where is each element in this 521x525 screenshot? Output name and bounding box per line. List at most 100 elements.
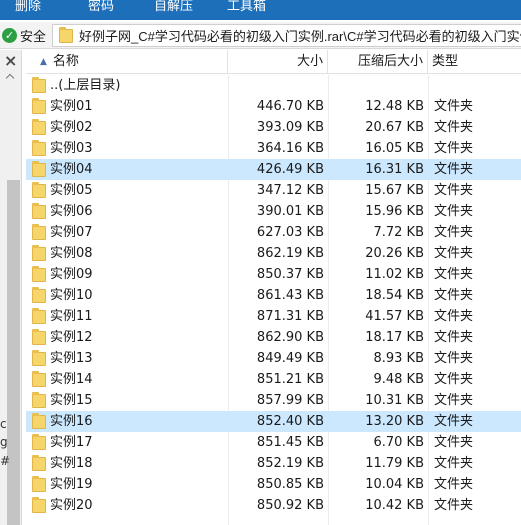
folder-icon [32,160,46,177]
row-size: 850.85 KB [256,477,324,492]
table-row[interactable]: 实例17 851.45 KB 6.70 KB 文件夹 [26,432,521,453]
row-compressed-size: 10.42 KB [365,498,424,513]
table-row[interactable]: 实例07 627.03 KB 7.72 KB 文件夹 [26,222,521,243]
close-icon[interactable]: × [4,53,17,69]
row-name-cell: 实例20 [32,495,93,516]
column-header-size[interactable]: 大小 [228,50,328,74]
row-size: 390.01 KB [256,204,324,219]
folder-icon [32,118,46,135]
row-type: 文件夹 [434,435,474,450]
folder-icon [32,412,46,429]
column-header-compressed[interactable]: 压缩后大小 [328,50,428,74]
tree-scrollbar-thumb[interactable] [7,180,20,525]
row-name: 实例08 [50,246,93,261]
row-compressed-size: 11.79 KB [365,456,424,471]
table-row[interactable]: 实例10 861.43 KB 18.54 KB 文件夹 [26,285,521,306]
table-row[interactable]: 实例20 850.92 KB 10.42 KB 文件夹 [26,495,521,516]
table-row[interactable]: 实例03 364.16 KB 16.05 KB 文件夹 [26,138,521,159]
tree-text-fragment: # [0,454,11,468]
row-name: 实例20 [50,498,93,513]
folder-tree-pane: × c g # [0,50,22,525]
table-row[interactable]: 实例06 390.01 KB 15.96 KB 文件夹 [26,201,521,222]
row-type: 文件夹 [434,288,474,303]
table-row[interactable]: 实例13 849.49 KB 8.93 KB 文件夹 [26,348,521,369]
file-list: ▲ 名称 大小 压缩后大小 类型 ..(上层目录) 实例01 446.70 KB 12… [26,50,521,525]
table-row[interactable]: 实例04 426.49 KB 16.31 KB 文件夹 [26,159,521,180]
table-row[interactable]: 实例19 850.85 KB 10.04 KB 文件夹 [26,474,521,495]
row-compressed-size: 10.04 KB [365,477,424,492]
row-compressed-size: 18.54 KB [365,288,424,303]
row-compressed-size: 18.17 KB [365,330,424,345]
folder-icon [32,265,46,282]
folder-icon [59,26,73,43]
address-bar-row: ✓ 安全 好例子网_C#学习代码必看的初级入门实例.rar\C#学习代码必看的初… [0,22,521,49]
row-size: 364.16 KB [256,141,324,156]
table-row[interactable]: 实例18 852.19 KB 11.79 KB 文件夹 [26,453,521,474]
row-size: 426.49 KB [256,162,324,177]
row-size: 862.90 KB [256,330,324,345]
table-row[interactable]: 实例16 852.40 KB 13.20 KB 文件夹 [26,411,521,432]
row-name: 实例14 [50,372,93,387]
row-name-cell: 实例18 [32,453,93,474]
folder-icon [32,475,46,492]
table-row[interactable]: 实例15 857.99 KB 10.31 KB 文件夹 [26,390,521,411]
row-size: 850.92 KB [256,498,324,513]
table-row[interactable]: 实例01 446.70 KB 12.48 KB 文件夹 [26,96,521,117]
row-name-cell: 实例14 [32,369,93,390]
row-name: 实例10 [50,288,93,303]
row-size: 851.45 KB [256,435,324,450]
table-row[interactable]: 实例02 393.09 KB 20.67 KB 文件夹 [26,117,521,138]
row-type: 文件夹 [434,267,474,282]
row-type: 文件夹 [434,498,474,513]
check-circle-icon: ✓ [2,28,17,43]
folder-icon [32,349,46,366]
folder-icon [32,496,46,513]
row-name: 实例05 [50,183,93,198]
table-row[interactable]: 实例05 347.12 KB 15.67 KB 文件夹 [26,180,521,201]
row-name-cell: ..(上层目录) [32,75,120,96]
row-name: 实例18 [50,456,93,471]
sfx-button[interactable]: 自解压 [154,0,193,20]
row-name-cell: 实例05 [32,180,93,201]
password-button[interactable]: 密码 [88,0,114,20]
table-row[interactable]: 实例11 871.31 KB 41.57 KB 文件夹 [26,306,521,327]
column-header-name[interactable]: ▲ 名称 [26,50,228,74]
chevron-up-icon[interactable] [5,73,15,83]
table-row[interactable]: 实例14 851.21 KB 9.48 KB 文件夹 [26,369,521,390]
row-name: ..(上层目录) [50,78,121,93]
row-size: 347.12 KB [256,183,324,198]
folder-icon [32,202,46,219]
row-name: 实例07 [50,225,93,240]
row-name-cell: 实例11 [32,306,93,327]
parent-folder-row[interactable]: ..(上层目录) [26,75,521,96]
row-name-cell: 实例09 [32,264,93,285]
table-row[interactable]: 实例12 862.90 KB 18.17 KB 文件夹 [26,327,521,348]
row-name-cell: 实例19 [32,474,93,495]
secure-label: 安全 [20,30,47,45]
row-type: 文件夹 [434,183,474,198]
table-row[interactable]: 实例09 850.37 KB 11.02 KB 文件夹 [26,264,521,285]
table-row[interactable]: 实例08 862.19 KB 20.26 KB 文件夹 [26,243,521,264]
row-compressed-size: 20.26 KB [365,246,424,261]
row-compressed-size: 11.02 KB [365,267,424,282]
tools-button[interactable]: 工具箱 [227,0,266,20]
row-type: 文件夹 [434,162,474,177]
column-header-type[interactable]: 类型 [428,50,521,74]
row-name-cell: 实例12 [32,327,93,348]
delete-button[interactable]: 删除 [15,0,41,20]
row-type: 文件夹 [434,246,474,261]
row-compressed-size: 41.57 KB [365,309,424,324]
row-type: 文件夹 [434,309,474,324]
folder-icon [32,244,46,261]
address-field[interactable]: 好例子网_C#学习代码必看的初级入门实例.rar\C#学习代码必看的初级入门实例 [52,24,521,47]
row-type: 文件夹 [434,99,474,114]
row-name-cell: 实例01 [32,96,93,117]
folder-icon [32,76,46,93]
secure-button[interactable]: ✓ 安全 [0,24,48,47]
folder-icon [32,307,46,324]
sort-up-icon: ▲ [40,57,47,67]
row-type: 文件夹 [434,351,474,366]
row-size: 871.31 KB [256,309,324,324]
folder-icon [32,454,46,471]
tree-text-fragment: g [0,435,8,449]
